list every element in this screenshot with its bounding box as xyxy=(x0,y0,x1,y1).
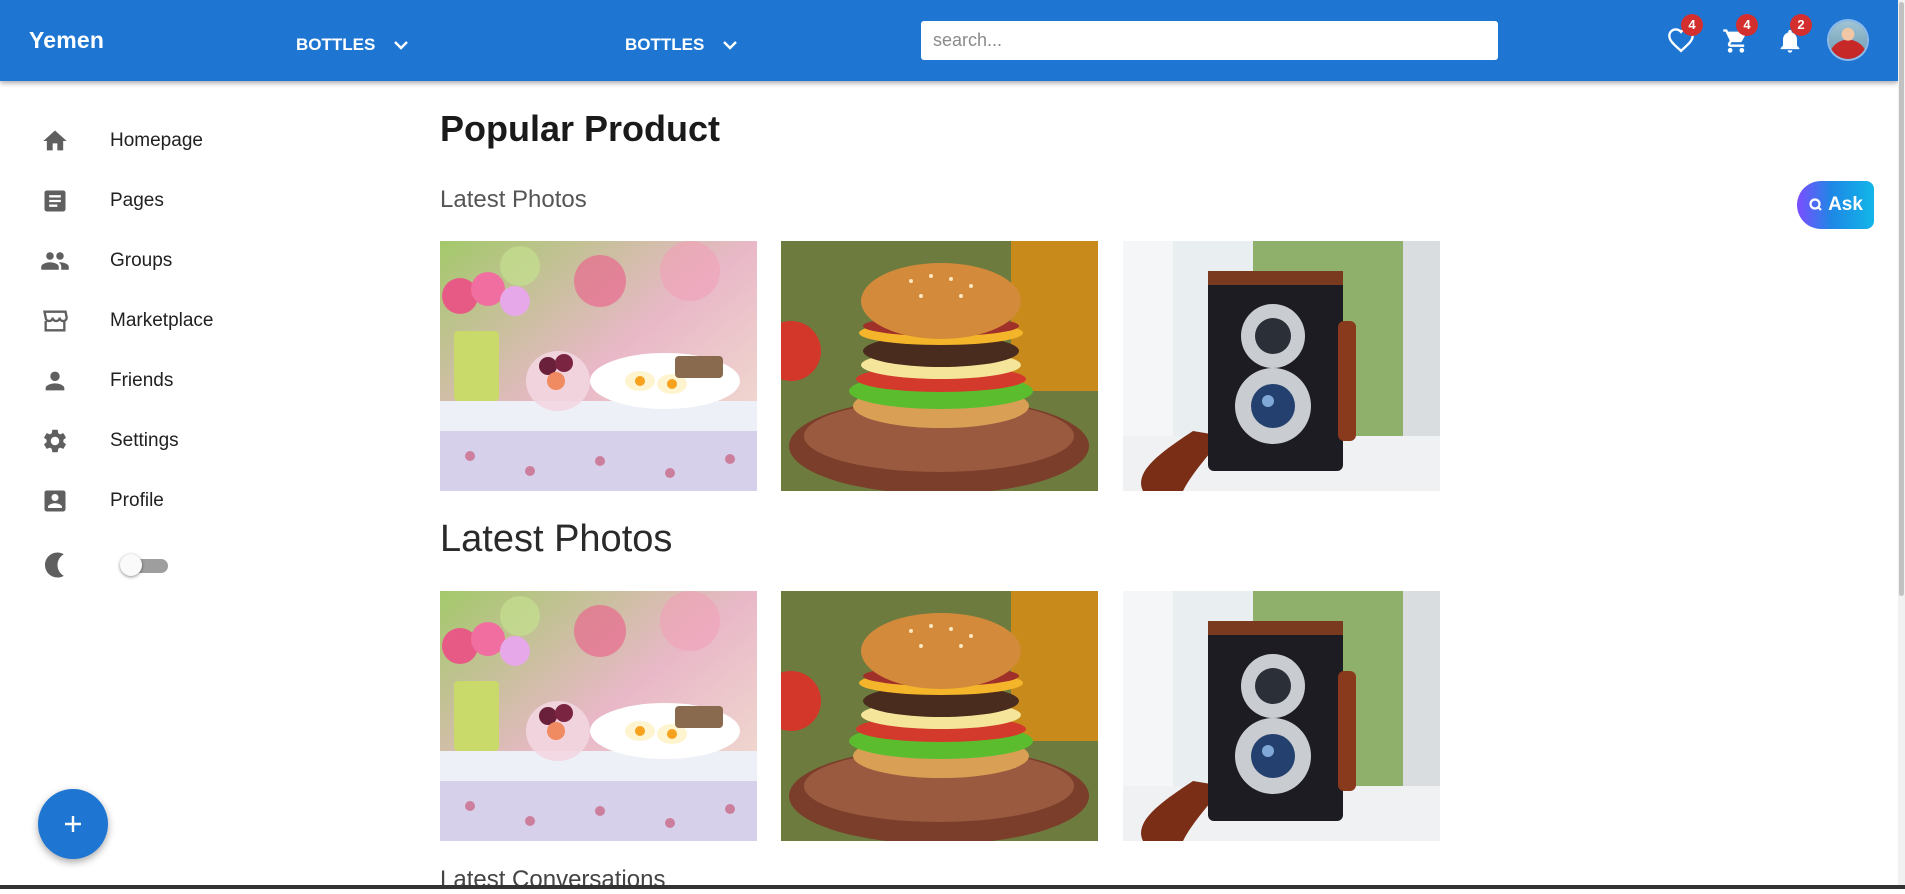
window-bottom-edge xyxy=(0,885,1905,889)
sidebar-item-friends[interactable]: Friends xyxy=(0,356,300,406)
sidebar-item-groups[interactable]: Groups xyxy=(0,236,300,286)
add-fab-button[interactable] xyxy=(38,789,108,859)
scrollbar-thumb[interactable] xyxy=(1899,2,1904,596)
theme-toggle-row xyxy=(0,545,300,585)
sidebar-item-profile[interactable]: Profile xyxy=(0,476,300,526)
section-heading-latest-conversations: Latest Conversations xyxy=(440,866,666,893)
article-icon xyxy=(40,186,70,216)
menu-label: BOTTLES xyxy=(625,35,705,54)
favorites-badge: 4 xyxy=(1681,14,1703,36)
cart-badge: 4 xyxy=(1736,14,1758,36)
section-heading-latest-photos-large: Latest Photos xyxy=(440,518,673,560)
sidebar-item-label: Homepage xyxy=(110,130,203,151)
sidebar-item-marketplace[interactable]: Marketplace xyxy=(0,296,300,346)
moon-icon xyxy=(40,550,70,580)
sidebar-item-settings[interactable]: Settings xyxy=(0,416,300,466)
menu-label: BOTTLES xyxy=(296,35,376,54)
sidebar-item-label: Groups xyxy=(110,250,173,271)
notifications-button[interactable]: 2 xyxy=(1772,14,1812,59)
sidebar: Homepage Pages Groups Marketplace Friend… xyxy=(0,81,330,889)
search-input[interactable] xyxy=(921,21,1498,60)
search-icon xyxy=(1809,198,1822,211)
user-avatar[interactable] xyxy=(1829,21,1867,59)
sidebar-item-label: Marketplace xyxy=(110,310,214,331)
vintage-camera-photo[interactable] xyxy=(1123,241,1440,491)
breakfast-photo[interactable] xyxy=(440,241,757,491)
plus-icon xyxy=(65,816,81,832)
brand-logo[interactable]: Yemen xyxy=(29,27,104,54)
vintage-camera-photo[interactable] xyxy=(1123,591,1440,841)
cart-button[interactable]: 4 xyxy=(1718,14,1758,59)
chevron-down-icon xyxy=(394,41,409,50)
top-app-bar: Yemen BOTTLES BOTTLES 4 4 2 xyxy=(0,0,1898,81)
sidebar-item-label: Pages xyxy=(110,190,164,211)
sidebar-item-homepage[interactable]: Homepage xyxy=(0,116,300,166)
breakfast-photo[interactable] xyxy=(440,591,757,841)
home-icon xyxy=(40,126,70,156)
gear-icon xyxy=(40,426,70,456)
groups-icon xyxy=(40,246,70,276)
sidebar-item-label: Friends xyxy=(110,370,174,391)
bottles-menu-button-1[interactable]: BOTTLES xyxy=(296,33,409,57)
person-icon xyxy=(40,366,70,396)
sidebar-item-label: Settings xyxy=(110,430,179,451)
ask-label: Ask xyxy=(1828,194,1863,215)
dark-mode-switch[interactable] xyxy=(120,554,168,576)
account-box-icon xyxy=(40,486,70,516)
section-heading-latest-photos: Latest Photos xyxy=(440,186,587,213)
page-title: Popular Product xyxy=(440,108,721,149)
sidebar-item-label: Profile xyxy=(110,490,164,511)
favorites-button[interactable]: 4 xyxy=(1663,14,1703,59)
store-icon xyxy=(40,306,70,336)
burger-photo[interactable] xyxy=(781,591,1098,841)
switch-thumb xyxy=(120,554,142,576)
sidebar-item-pages[interactable]: Pages xyxy=(0,176,300,226)
ask-button[interactable]: Ask xyxy=(1797,181,1874,229)
bottles-menu-button-2[interactable]: BOTTLES xyxy=(625,33,738,57)
burger-photo[interactable] xyxy=(781,241,1098,491)
notifications-badge: 2 xyxy=(1790,14,1812,36)
chevron-down-icon xyxy=(723,41,738,50)
